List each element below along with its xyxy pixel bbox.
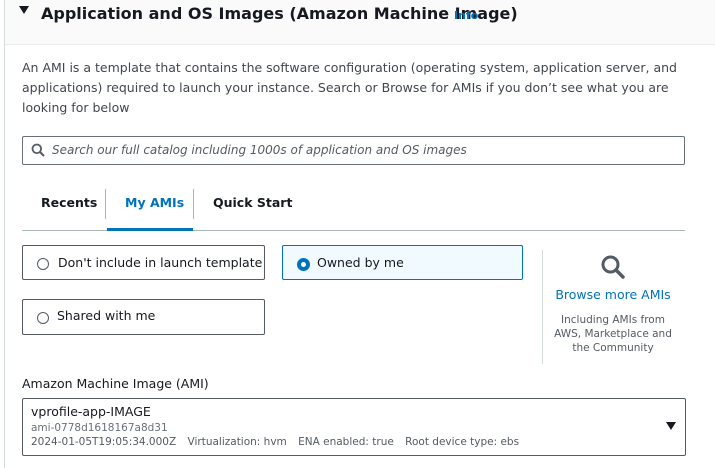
ami-id: ami-0778d1618167a8d31: [31, 422, 168, 434]
section-title: Application and OS Images (Amazon Machin…: [41, 4, 518, 23]
ami-root-device: Root device type: ebs: [405, 436, 520, 448]
section-description: An AMI is a template that contains the s…: [22, 60, 677, 115]
ami-metadata: 2024-01-05T19:05:34.000Z Virtualization:…: [31, 436, 527, 448]
active-tab-indicator: [107, 228, 193, 231]
radio-owned-by-me[interactable]: [297, 258, 310, 271]
option-shared-with-me[interactable]: Shared with me: [22, 299, 265, 335]
vertical-divider: [542, 250, 543, 364]
option-label: Don't include in launch template: [58, 255, 263, 270]
collapse-caret-icon[interactable]: [19, 6, 29, 14]
tab-quick-start[interactable]: Quick Start: [213, 195, 292, 210]
dropdown-caret-icon[interactable]: [666, 422, 676, 430]
option-dont-include[interactable]: Don't include in launch template: [22, 245, 265, 280]
search-placeholder: Search our full catalog including 1000s …: [52, 143, 467, 157]
search-icon: [31, 143, 45, 157]
option-label: Owned by me: [317, 255, 404, 270]
ami-created: 2024-01-05T19:05:34.000Z: [31, 436, 177, 448]
option-owned-by-me[interactable]: Owned by me: [282, 245, 523, 280]
ami-select[interactable]: vprofile-app-IMAGE ami-0778d1618167a8d31…: [22, 398, 686, 456]
tab-my-amis[interactable]: My AMIs: [125, 195, 184, 210]
ami-search-input[interactable]: Search our full catalog including 1000s …: [22, 136, 685, 165]
tab-recents[interactable]: Recents: [41, 195, 97, 210]
option-label: Shared with me: [57, 308, 156, 323]
ami-field-label: Amazon Machine Image (AMI): [22, 376, 209, 391]
tab-separator: [193, 189, 194, 219]
browse-more-amis-link[interactable]: Browse more AMIs: [543, 287, 683, 302]
ami-name: vprofile-app-IMAGE: [31, 404, 151, 419]
radio-dont-include[interactable]: [37, 258, 49, 270]
browse-subtext: Including AMIs from AWS, Marketplace and…: [554, 314, 672, 354]
tab-separator: [105, 189, 106, 219]
ami-virtualization: Virtualization: hvm: [187, 436, 287, 448]
radio-shared-with-me[interactable]: [37, 312, 49, 324]
info-link[interactable]: Info: [454, 9, 478, 22]
magnifier-icon: [601, 255, 625, 279]
ami-ena: ENA enabled: true: [298, 436, 394, 448]
